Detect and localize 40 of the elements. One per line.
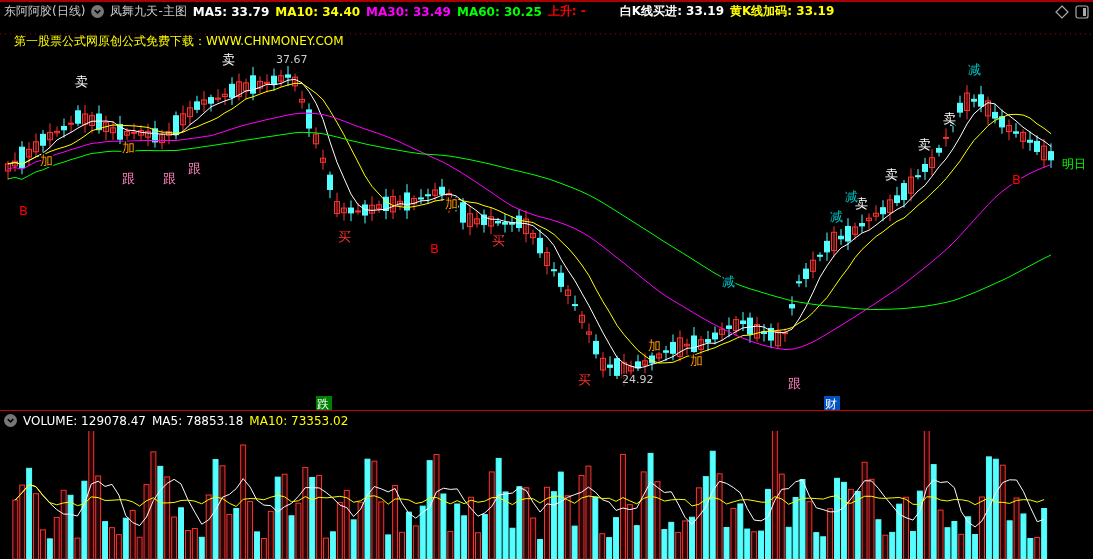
follow-signal: 跟 xyxy=(188,160,201,176)
entry-signal: 买 xyxy=(492,232,505,248)
follow-signal: 跟 xyxy=(163,170,176,186)
indicator-value: 黄K线加码: 33.19 xyxy=(730,3,835,21)
indicator-value: MA10: 34.40 xyxy=(275,4,361,19)
indicator-title: 凤舞九天-主图 xyxy=(110,3,187,21)
panel-icon[interactable] xyxy=(1075,4,1089,19)
indicator-value: 白K线买进: 33.19 xyxy=(619,3,725,21)
volume-ma5: MA5: 78853.18 xyxy=(152,413,244,428)
entry-signal: 买 xyxy=(578,371,591,387)
add-signal: 加 xyxy=(648,337,661,353)
entry-signal: 买 xyxy=(338,228,351,244)
dropdown-icon[interactable] xyxy=(4,414,17,428)
badge-text: 跌 xyxy=(317,396,329,410)
indicator-value: 上升: - xyxy=(547,3,586,21)
buy-signal: B xyxy=(430,240,439,256)
follow-signal: 跟 xyxy=(122,170,135,186)
indicator-value: MA5: 33.79 xyxy=(192,4,270,19)
edge-label: 明日 xyxy=(1062,156,1086,171)
indicator-value: MA30: 33.49 xyxy=(366,4,451,19)
indicator-value: MA60: 30.25 xyxy=(457,4,542,19)
volume-ma10: MA10: 73353.02 xyxy=(249,413,349,428)
reduce-signal: 减 xyxy=(968,61,981,77)
buy-signal: B xyxy=(19,202,28,218)
sell-signal: 卖 xyxy=(885,166,898,182)
add-signal: 加 xyxy=(122,139,135,155)
follow-signal: 跟 xyxy=(788,375,801,391)
diamond-icon[interactable] xyxy=(1055,4,1069,19)
add-signal: 加 xyxy=(690,352,703,368)
reduce-signal: 减 xyxy=(830,208,843,224)
sell-signal: 卖 xyxy=(222,51,235,67)
sell-signal: 卖 xyxy=(75,73,88,89)
stock-title: 东阿阿胶(日线) xyxy=(4,3,86,21)
volume-value: VOLUME: 129078.47 xyxy=(23,413,146,428)
badge-text: 财 xyxy=(825,396,837,410)
sell-signal: 卖 xyxy=(943,110,956,126)
promo-text: 第一股票公式网原创公式免费下载：WWW.CHNMONEY.COM xyxy=(14,33,344,48)
sell-signal: 卖 xyxy=(918,136,931,152)
dropdown-icon[interactable] xyxy=(91,5,105,19)
price-label: 37.67 xyxy=(276,52,308,66)
